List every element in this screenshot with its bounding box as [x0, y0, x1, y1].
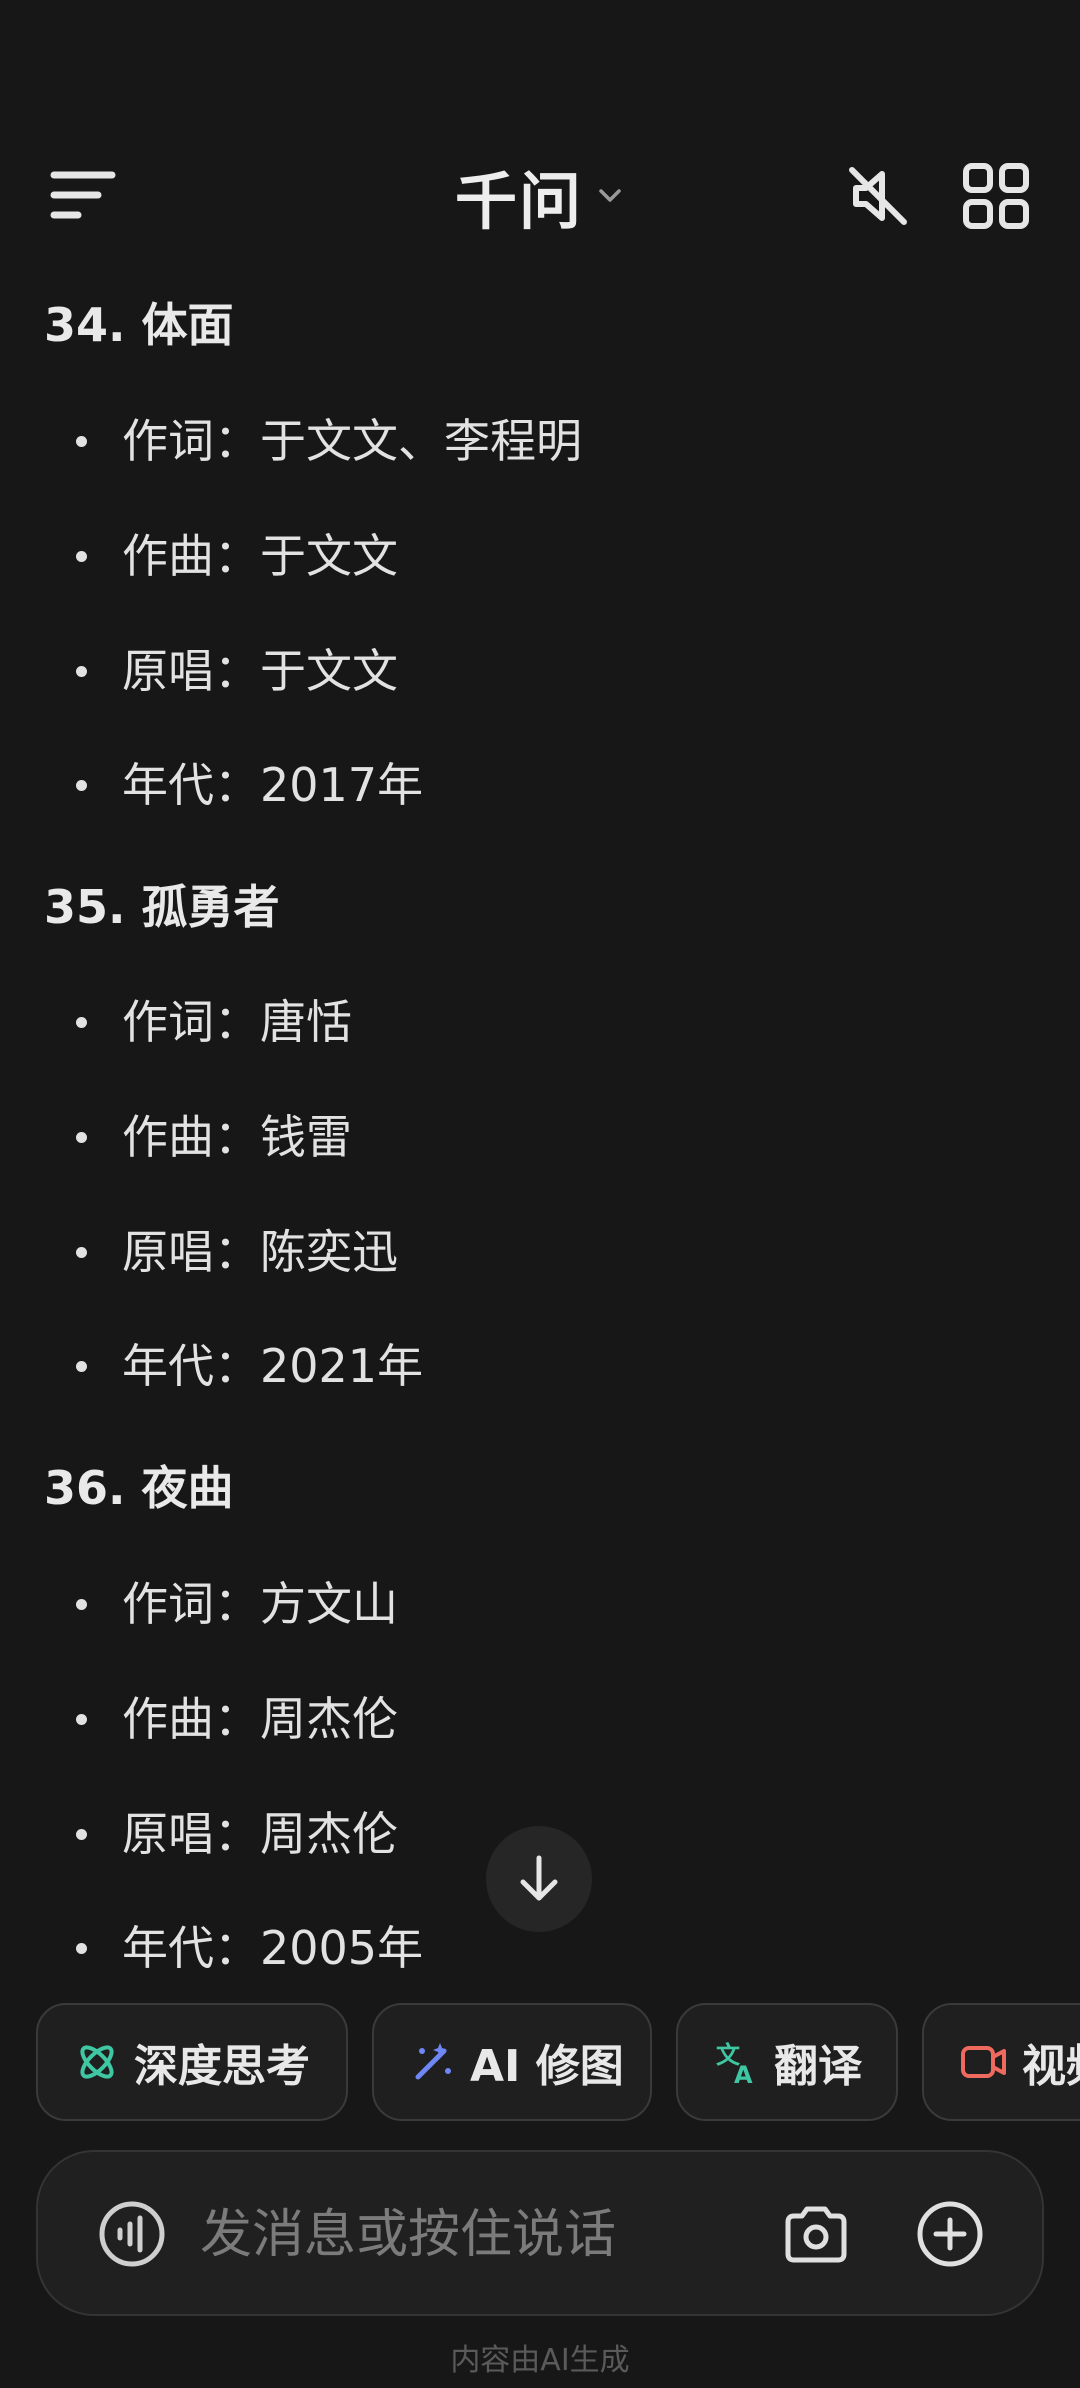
ai-disclaimer: 内容由AI生成 — [450, 2343, 630, 2378]
svg-text:A: A — [734, 2061, 753, 2085]
grid-icon — [963, 163, 1029, 229]
chip-deep-think[interactable]: 深度思考 — [36, 2003, 348, 2121]
app-title: 千问 — [455, 165, 584, 238]
song-title: 34. 体面 — [44, 298, 234, 352]
chip-label: 视频 — [1022, 2041, 1080, 2092]
voice-wave-icon — [99, 2201, 165, 2267]
mute-button[interactable] — [842, 160, 914, 232]
chip-ai-retouch[interactable]: AI 修图 — [372, 2003, 652, 2121]
menu-icon — [50, 171, 116, 219]
chevron-down-icon — [599, 189, 621, 202]
chip-video[interactable]: 视频 — [922, 2003, 1080, 2121]
message-composer — [36, 2150, 1044, 2316]
menu-button[interactable] — [48, 165, 120, 225]
chip-label: 翻译 — [774, 2041, 862, 2092]
song-title: 36. 夜曲 — [44, 1461, 234, 1515]
chip-label: 深度思考 — [134, 2041, 310, 2092]
atom-icon — [80, 2045, 114, 2079]
song-title: 35. 孤勇者 — [44, 880, 280, 934]
chip-translate[interactable]: 文 A 翻译 — [676, 2003, 898, 2121]
camera-icon — [785, 2206, 847, 2263]
translate-icon: 文 A — [716, 2041, 753, 2085]
model-switcher[interactable]: 千问 — [455, 160, 623, 238]
apps-button[interactable] — [960, 160, 1032, 232]
scroll-to-bottom-button[interactable] — [486, 1826, 592, 1932]
video-icon — [961, 2046, 1006, 2078]
chip-label: AI 修图 — [470, 2041, 624, 2092]
camera-button[interactable] — [780, 2198, 852, 2270]
magic-wand-icon — [415, 2043, 451, 2080]
add-button[interactable] — [914, 2198, 986, 2270]
message-input[interactable] — [198, 2192, 762, 2278]
voice-button[interactable] — [98, 2200, 166, 2268]
arrow-down-icon — [520, 1855, 558, 1901]
top-bar: 千问 — [0, 0, 1080, 290]
quick-actions: 深度思考 AI 修图 文 A 翻译 视频 — [0, 2003, 1080, 2125]
speaker-muted-icon — [849, 167, 907, 225]
plus-circle-icon — [917, 2201, 983, 2267]
